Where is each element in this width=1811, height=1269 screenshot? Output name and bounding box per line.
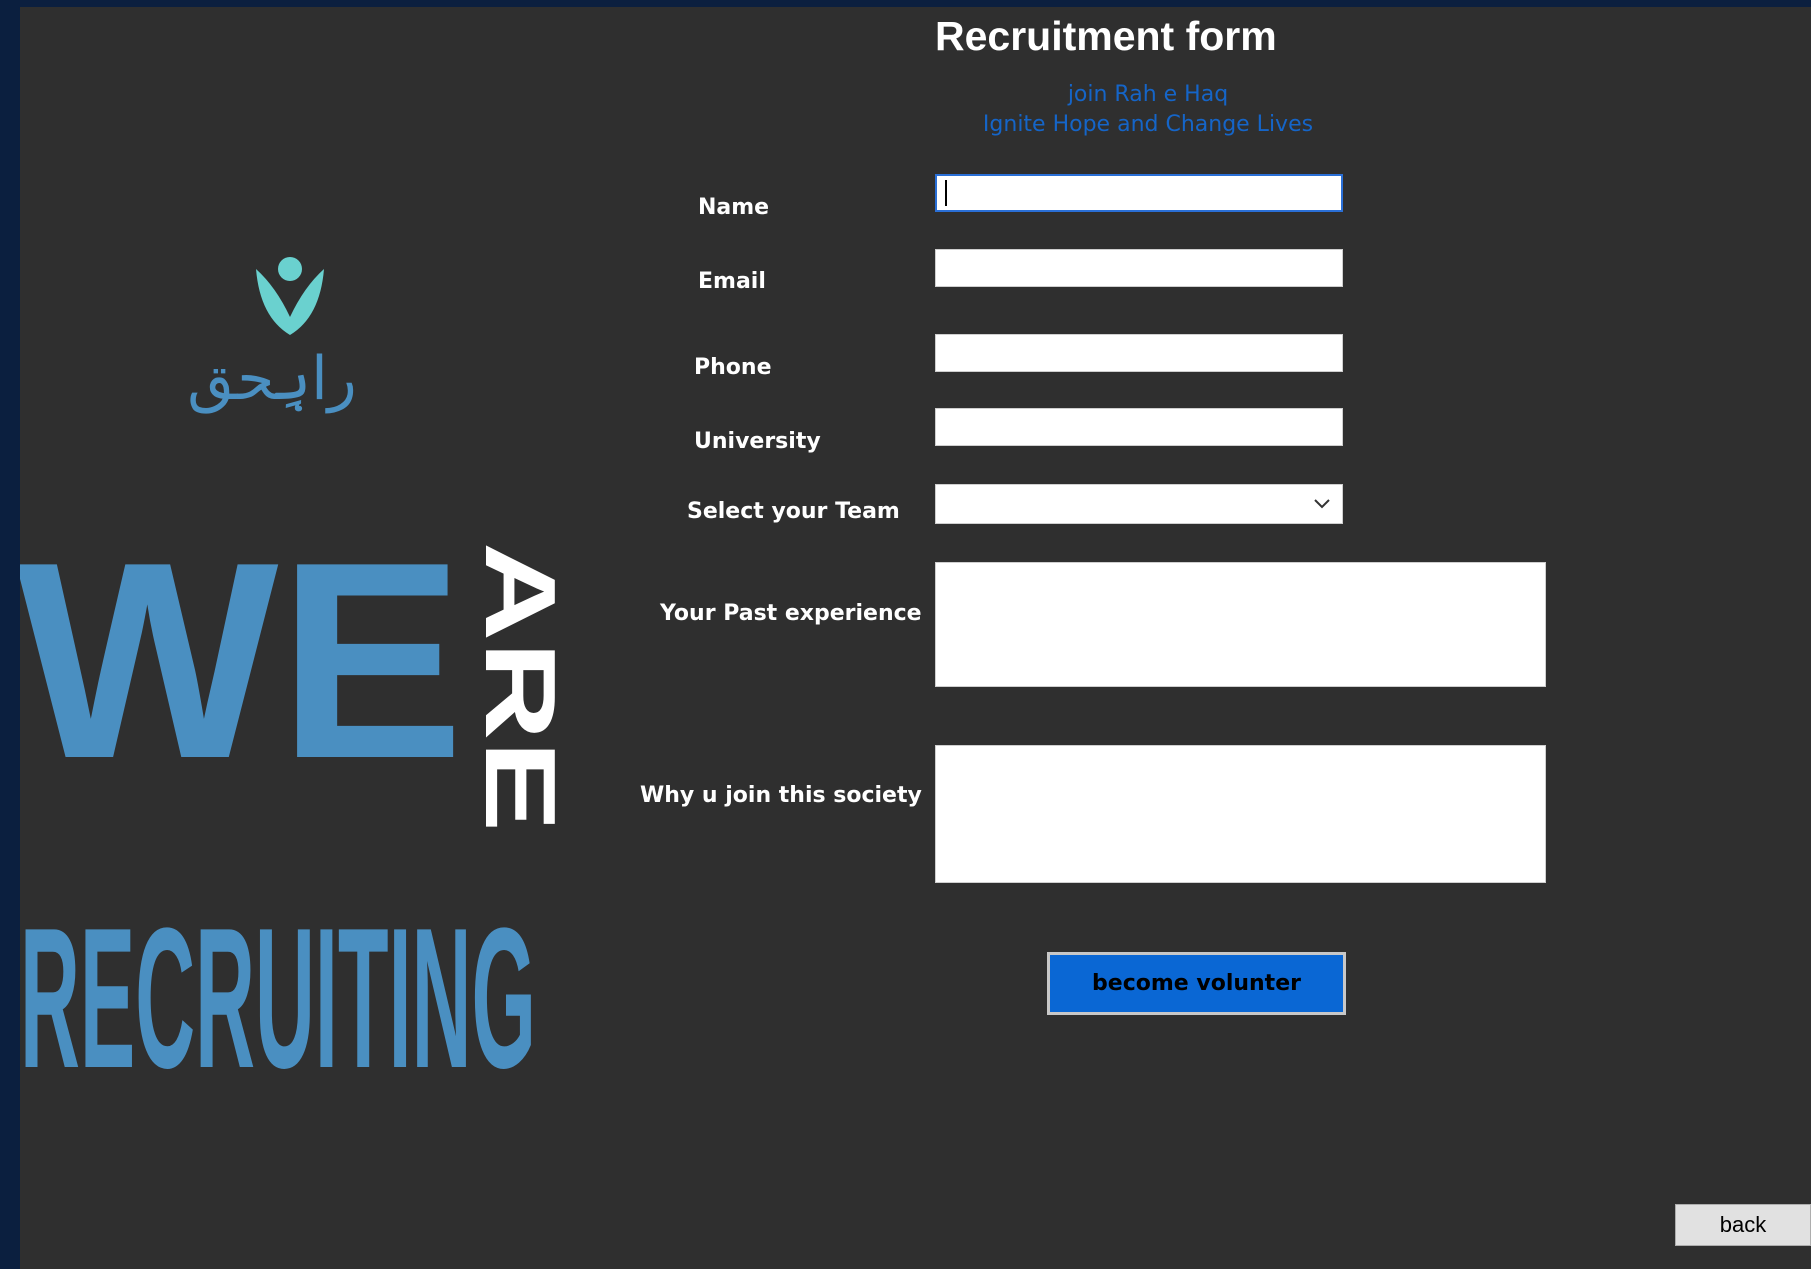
we-are-recruiting-banner: WE ARE RECRUITING (20, 527, 576, 1077)
svg-text:راہِحق: راہِحق (187, 344, 357, 414)
form-tagline: join Rah e Haq Ignite Hope and Change Li… (898, 80, 1398, 140)
rah-e-haq-logo: راہِحق (187, 257, 357, 414)
team-select[interactable] (935, 484, 1343, 524)
tagline-line-2: Ignite Hope and Change Lives (982, 112, 1314, 137)
name-input[interactable] (935, 174, 1343, 212)
banner-we: WE (20, 527, 464, 817)
email-label: Email (698, 269, 766, 294)
tagline-line-1: join Rah e Haq (1067, 82, 1229, 107)
reason-label: Why u join this society (640, 783, 922, 808)
phone-input[interactable] (935, 334, 1343, 372)
team-label: Select your Team (687, 499, 900, 524)
experience-textarea[interactable] (935, 562, 1546, 687)
banner-are: ARE (464, 542, 576, 832)
university-input[interactable] (935, 408, 1343, 446)
text-caret (945, 180, 947, 206)
name-label: Name (698, 195, 770, 220)
email-input[interactable] (935, 249, 1343, 287)
form-title: Recruitment form (935, 13, 1277, 59)
become-volunteer-button[interactable]: become volunter (1047, 952, 1346, 1015)
chevron-down-icon[interactable] (1312, 493, 1332, 513)
recruitment-window: راہِحق WE ARE RECRUITING Recruitment for… (20, 7, 1811, 1269)
experience-label: Your Past experience (660, 601, 922, 626)
phone-label: Phone (694, 355, 772, 380)
university-label: University (694, 429, 821, 454)
back-button[interactable]: back (1675, 1204, 1811, 1246)
reason-textarea[interactable] (935, 745, 1546, 883)
banner-recruiting: RECRUITING (20, 887, 536, 1077)
